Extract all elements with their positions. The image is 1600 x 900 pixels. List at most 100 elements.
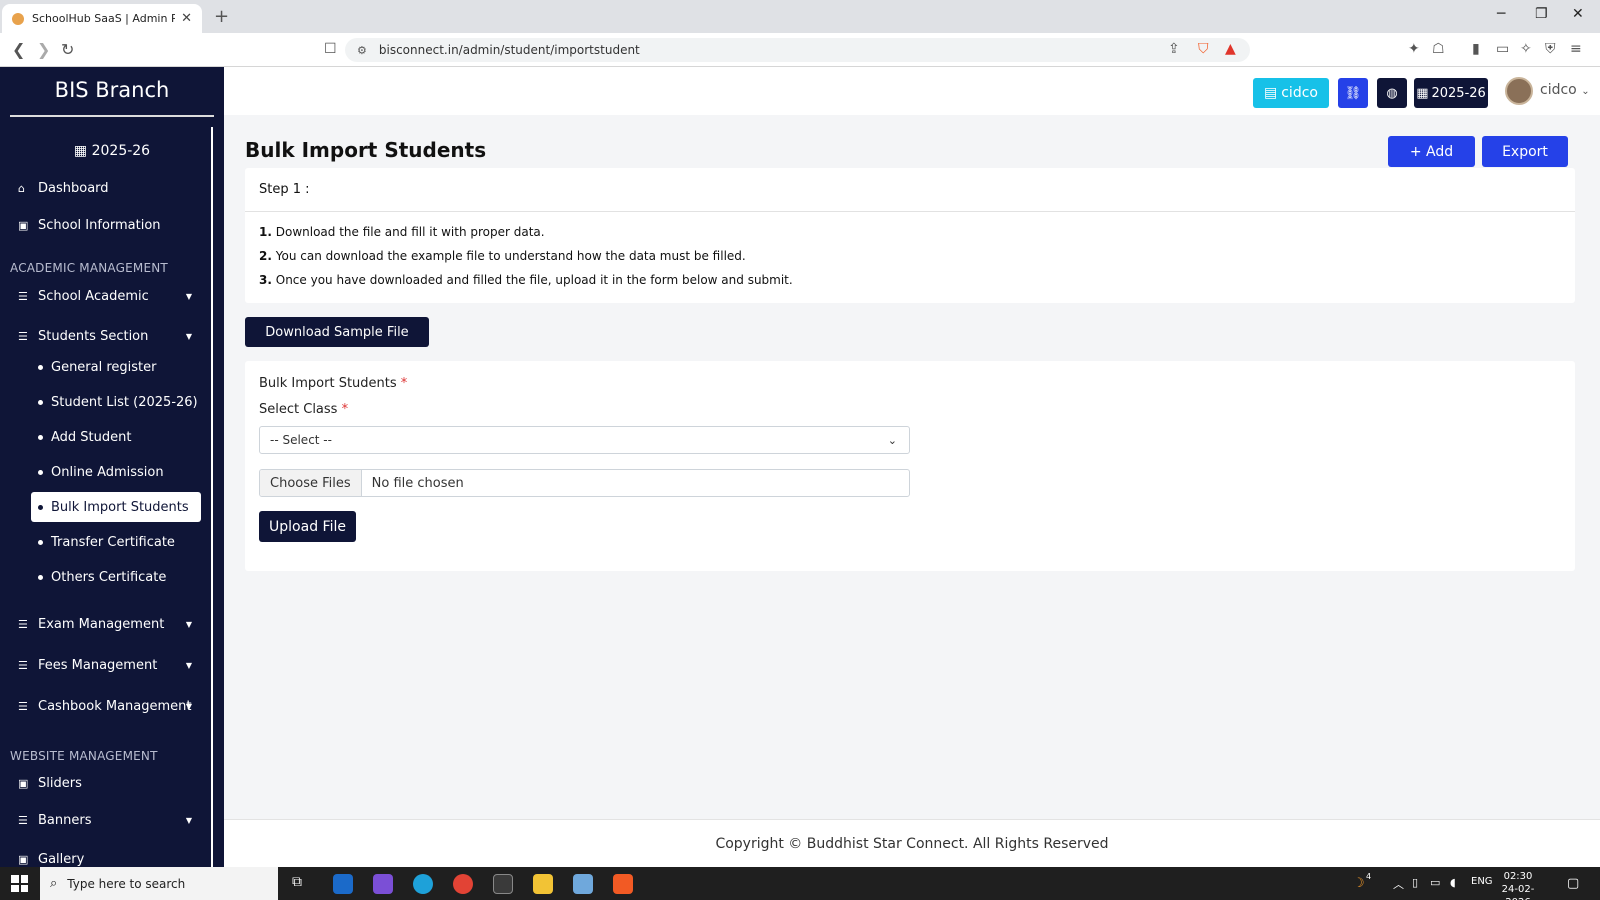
- list-icon: ☰: [18, 659, 28, 672]
- reload-icon[interactable]: ↻: [61, 40, 74, 59]
- extensions-icon[interactable]: ✦: [1408, 41, 1420, 57]
- sidebar-year: ▦ 2025-26: [0, 143, 224, 159]
- footer: Copyright © Buddhist Star Connect. All R…: [224, 819, 1600, 867]
- weather-icon[interactable]: ☽: [1353, 876, 1365, 891]
- calendar-icon: ▦: [1416, 85, 1429, 101]
- edge-icon[interactable]: [413, 874, 433, 894]
- battery-icon[interactable]: ▯: [1412, 876, 1418, 889]
- leo-icon[interactable]: ☖: [1432, 41, 1445, 57]
- sidebar-sub-online-admission[interactable]: Online Admission: [31, 457, 201, 487]
- clock-date: 24-02-2026: [1501, 884, 1535, 900]
- sidebar-item-sliders[interactable]: ▣ Sliders: [18, 776, 198, 791]
- sidebar-brand[interactable]: BIS Branch: [0, 78, 224, 102]
- browser-tab[interactable]: SchoolHub SaaS | Admin Panel ✕: [2, 4, 202, 33]
- wallet-icon[interactable]: ▭: [1496, 41, 1509, 57]
- chevron-up-icon[interactable]: ︿: [1393, 876, 1404, 892]
- caret-down-icon: ▼: [185, 702, 192, 711]
- class-select-value: -- Select --: [270, 433, 332, 447]
- instruction-number: 3.: [259, 273, 272, 287]
- sidebar-item-label: Exam Management: [38, 617, 165, 632]
- bullet-icon: [38, 434, 43, 440]
- chrome-icon[interactable]: [453, 874, 473, 894]
- windows-start-icon[interactable]: [11, 875, 28, 892]
- sidebar-toggle-icon[interactable]: ▮: [1472, 41, 1480, 57]
- restore-icon[interactable]: ❐: [1535, 6, 1548, 22]
- branch-button[interactable]: ▤ cidco: [1253, 78, 1329, 108]
- task-view-icon[interactable]: ⧉: [292, 874, 312, 894]
- notepad-icon[interactable]: [573, 874, 593, 894]
- network-icon[interactable]: ▭: [1430, 876, 1440, 889]
- sidebar-item-label: Cashbook Management: [38, 699, 192, 714]
- volume-icon[interactable]: ◖: [1450, 876, 1456, 889]
- bookmark-icon[interactable]: ☐: [324, 41, 337, 57]
- instruction-number: 1.: [259, 225, 272, 239]
- export-button[interactable]: Export: [1482, 136, 1568, 167]
- class-select[interactable]: -- Select -- ⌄: [259, 426, 910, 454]
- file-input[interactable]: Choose Files No file chosen: [259, 469, 910, 497]
- brave-icon[interactable]: [613, 874, 633, 894]
- website-button[interactable]: ◍: [1377, 78, 1407, 108]
- notification-badge: 4: [1366, 872, 1372, 881]
- instruction-text: You can download the example file to und…: [275, 249, 746, 263]
- sidebar-sub-student-list[interactable]: Student List (2025-26): [31, 387, 201, 417]
- sidebar-sub-add-student[interactable]: Add Student: [31, 422, 201, 452]
- sidebar-scrollbar[interactable]: [211, 127, 213, 867]
- site-info-icon[interactable]: ⚙: [357, 44, 367, 57]
- notification-center-icon[interactable]: ▢: [1567, 876, 1579, 891]
- share-icon[interactable]: ⇪: [1168, 41, 1180, 57]
- sidebar-sub-label: Bulk Import Students: [51, 499, 189, 515]
- sidebar-sub-label: Add Student: [51, 429, 132, 445]
- back-icon[interactable]: ❮: [12, 40, 25, 59]
- user-name-label: cidco: [1540, 82, 1577, 98]
- user-menu[interactable]: cidco ⌄: [1540, 82, 1590, 98]
- sidebar-item-fees-management[interactable]: ☰ Fees Management ▼: [18, 658, 198, 673]
- list-icon: ☰: [18, 700, 28, 713]
- brave-rewards-icon[interactable]: ▲: [1225, 41, 1236, 57]
- sidebar-item-students-section[interactable]: ☰ Students Section ▼: [18, 329, 198, 344]
- sidebar-sub-others-certificate[interactable]: Others Certificate: [31, 562, 201, 592]
- window-close-icon[interactable]: ✕: [1572, 6, 1584, 22]
- forward-icon[interactable]: ❯: [37, 40, 50, 59]
- minimize-icon[interactable]: ─: [1497, 6, 1505, 22]
- session-year-button[interactable]: ▦ 2025-26: [1414, 78, 1488, 108]
- clock-time: 02:30: [1503, 871, 1533, 882]
- sidebar-sub-bulk-import-students[interactable]: Bulk Import Students: [31, 492, 201, 522]
- sidebar-item-school-information[interactable]: ▣ School Information: [18, 218, 198, 233]
- language-indicator[interactable]: ENG: [1471, 876, 1493, 887]
- sidebar-sub-transfer-certificate[interactable]: Transfer Certificate: [31, 527, 201, 557]
- new-tab-button[interactable]: +: [214, 6, 229, 27]
- sidebar-sub-general-register[interactable]: General register: [31, 352, 201, 382]
- menu-icon[interactable]: ≡: [1570, 41, 1582, 57]
- tab-close-icon[interactable]: ✕: [181, 11, 192, 26]
- download-sample-button[interactable]: Download Sample File: [245, 317, 429, 347]
- sidebar-item-cashbook-management[interactable]: ☰ Cashbook Management ▼: [18, 699, 198, 714]
- brand-divider: [10, 115, 214, 117]
- file-status: No file chosen: [371, 475, 464, 491]
- clock[interactable]: 02:30 24-02-2026: [1496, 870, 1540, 900]
- store-icon[interactable]: [493, 874, 513, 894]
- add-button[interactable]: + Add: [1388, 136, 1475, 167]
- link-button[interactable]: ⛓: [1338, 78, 1368, 108]
- copyright-text: Copyright © Buddhist Star Connect. All R…: [715, 835, 1109, 852]
- list-icon: ☰: [18, 330, 28, 343]
- sidebar-item-gallery[interactable]: ▣ Gallery: [18, 852, 198, 867]
- sidebar-year-text: 2025-26: [91, 143, 151, 159]
- sidebar-item-exam-management[interactable]: ☰ Exam Management ▼: [18, 617, 198, 632]
- avatar[interactable]: [1505, 77, 1533, 105]
- copilot-icon[interactable]: [373, 874, 393, 894]
- choose-files-button[interactable]: Choose Files: [260, 470, 362, 496]
- brave-shield-icon[interactable]: ⛉: [1198, 41, 1209, 57]
- file-explorer-icon[interactable]: [533, 874, 553, 894]
- sidebar-item-school-academic[interactable]: ☰ School Academic ▼: [18, 289, 198, 304]
- image-icon: ▣: [18, 853, 29, 866]
- url-field[interactable]: ⚙ bisconnect.in/admin/student/importstud…: [345, 38, 1250, 62]
- step-title: Step 1 :: [259, 182, 310, 197]
- ai-icon[interactable]: ✧: [1520, 41, 1532, 57]
- outlook-icon[interactable]: [333, 874, 353, 894]
- vpn-icon[interactable]: ⛨: [1545, 41, 1556, 57]
- sidebar-item-label: Sliders: [38, 776, 82, 791]
- sidebar-item-dashboard[interactable]: ⌂ Dashboard: [18, 181, 198, 196]
- taskbar-search[interactable]: ⌕ Type here to search: [40, 867, 278, 900]
- upload-file-button[interactable]: Upload File: [259, 511, 356, 542]
- sidebar-item-banners[interactable]: ☰ Banners ▼: [18, 813, 198, 828]
